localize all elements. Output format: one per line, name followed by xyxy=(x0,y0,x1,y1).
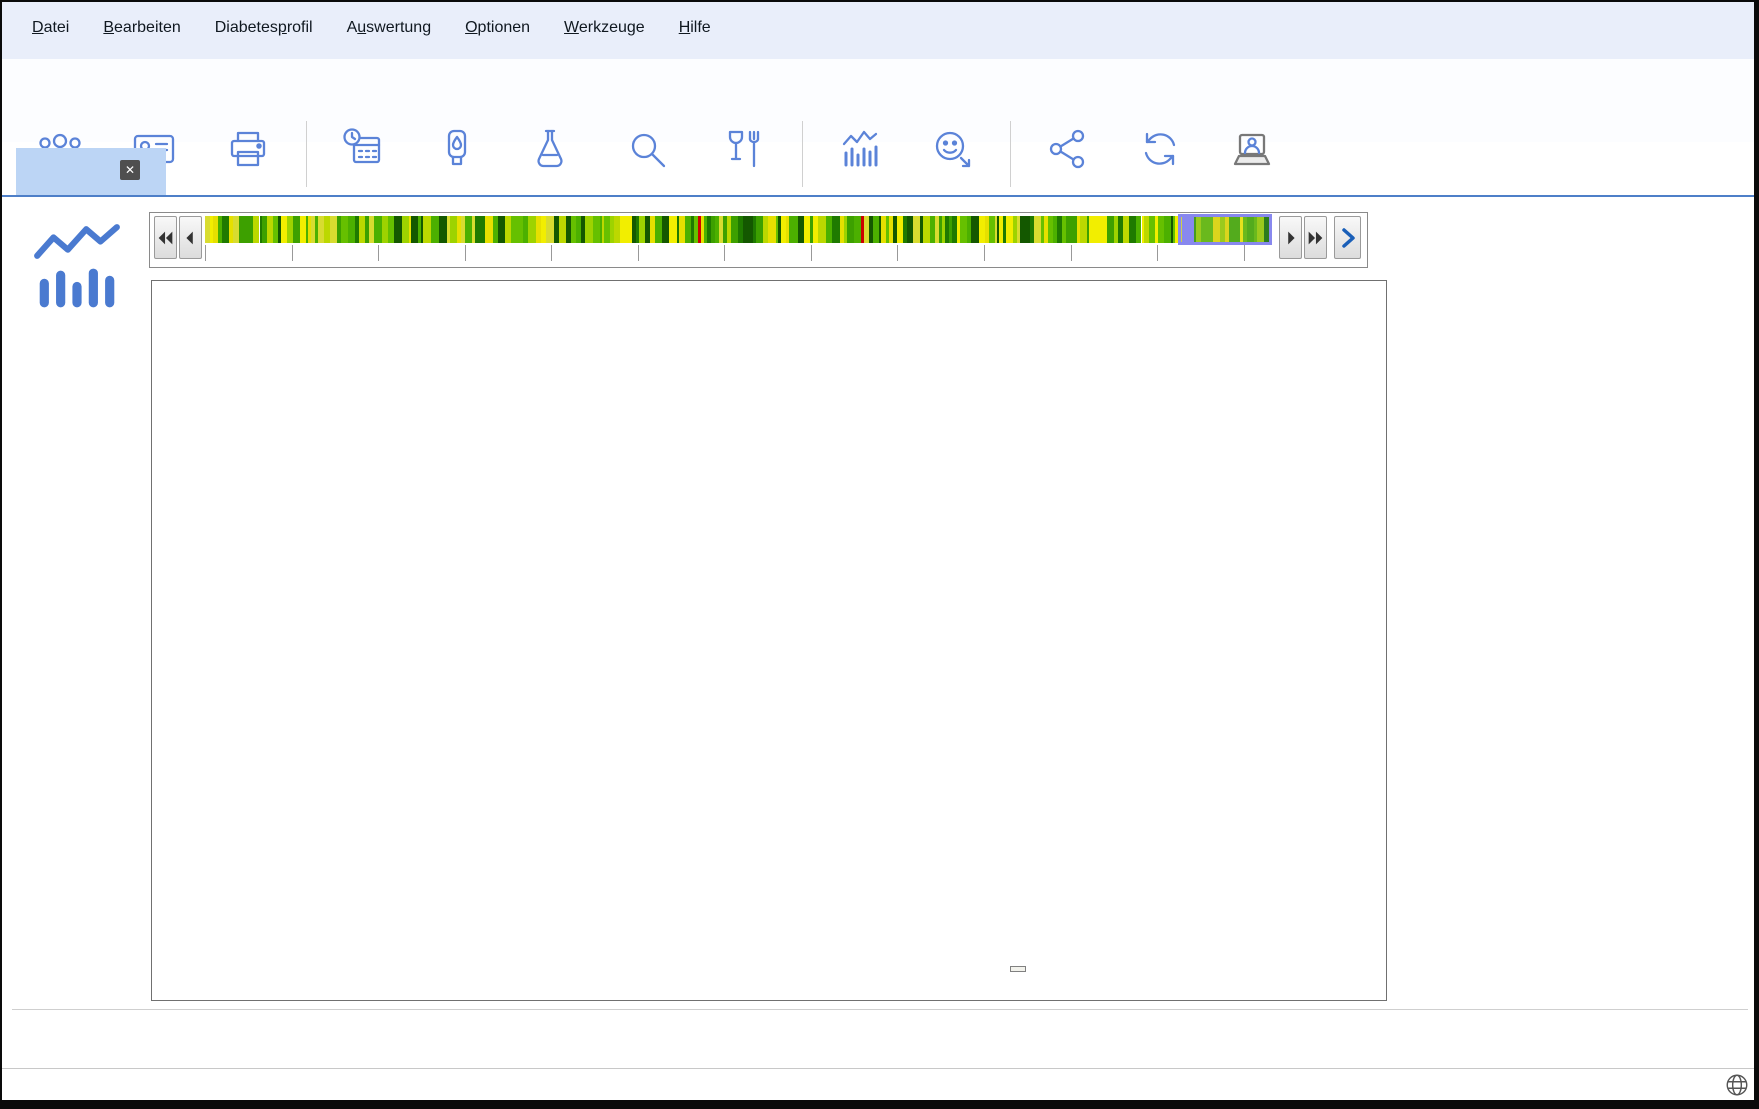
timeline-month-label xyxy=(551,245,556,261)
timeline-month-label xyxy=(292,245,297,261)
timeline-data-stripe[interactable] xyxy=(431,216,439,243)
timeline-selection-box[interactable] xyxy=(1178,214,1272,245)
timeline-data-stripe[interactable] xyxy=(756,216,764,243)
menu-item-diabetesprofil[interactable]: Diabetesprofil xyxy=(215,19,313,37)
timeline-next-icon[interactable] xyxy=(1279,216,1302,259)
timeline-month-label xyxy=(724,245,729,261)
button-row-separator xyxy=(12,1009,1748,1010)
toolbar xyxy=(2,59,1754,142)
status-bar-separator xyxy=(2,1068,1754,1069)
timeline-data-stripe[interactable] xyxy=(465,216,472,243)
timeline-data-stripe[interactable] xyxy=(971,216,979,243)
close-icon[interactable]: ✕ xyxy=(120,160,140,180)
timeline-last-icon[interactable] xyxy=(1304,216,1327,259)
application-window: Datei Bearbeiten Diabetesprofil Auswertung O… xyxy=(2,2,1754,1100)
timeline-data-stripe[interactable] xyxy=(388,216,395,243)
timeline-data-stripe[interactable] xyxy=(847,216,854,243)
timeline-data-stripe[interactable] xyxy=(348,216,355,243)
timeline-month-label xyxy=(205,245,210,261)
timeline-data-stripe[interactable] xyxy=(585,216,592,243)
timeline-month-label xyxy=(1071,245,1076,261)
nutrition-icon[interactable] xyxy=(718,125,766,173)
timeline-data-stripe[interactable] xyxy=(402,216,409,243)
timeline-data-stripe[interactable] xyxy=(1107,216,1114,243)
tab-underline xyxy=(2,195,1754,197)
statistics-view-icon xyxy=(30,222,124,308)
timeline-data-stripe[interactable] xyxy=(1020,216,1027,243)
menu-item-hilfe[interactable]: Hilfe xyxy=(679,19,711,37)
timeline-data-stripe[interactable] xyxy=(411,216,418,243)
timeline-month-label xyxy=(638,245,643,261)
timeline-data-stripe[interactable] xyxy=(854,216,861,243)
timeline-data-stripe[interactable] xyxy=(593,216,600,243)
timeline-month-label xyxy=(1157,245,1162,261)
timeline-data-stripe[interactable] xyxy=(546,216,554,243)
toolbar-separator xyxy=(306,121,307,187)
timeline-data-stripe[interactable] xyxy=(1123,216,1130,243)
timeline-data-stripe[interactable] xyxy=(923,216,931,243)
timeline-month-label xyxy=(897,245,902,261)
timeline-data-stripe[interactable] xyxy=(1034,216,1041,243)
timeline-data-stripe[interactable] xyxy=(330,216,337,243)
therapy-goals-link[interactable] xyxy=(1010,966,1026,972)
timeline-month-label xyxy=(811,245,816,261)
timeline-data-stripe[interactable] xyxy=(832,216,840,243)
export-smiley-icon[interactable] xyxy=(928,125,976,173)
timeline-data-stripe[interactable] xyxy=(239,216,246,243)
globe-icon xyxy=(1724,1072,1750,1098)
timeline-data-stripe[interactable] xyxy=(341,216,348,243)
timeline-data-stripe[interactable] xyxy=(450,216,457,243)
telemedicine-icon[interactable] xyxy=(1228,125,1276,173)
search-icon[interactable] xyxy=(623,125,671,173)
timeline-data-stripe[interactable] xyxy=(559,216,566,243)
menu-item-werkzeuge[interactable]: Werkzeuge xyxy=(564,19,645,37)
timeline-data-stripe[interactable] xyxy=(293,216,300,243)
timeline-prev-icon[interactable] xyxy=(179,216,202,259)
timeline-data-stripe[interactable] xyxy=(960,216,967,243)
appointments-icon[interactable] xyxy=(340,125,388,173)
menu-item-auswertung[interactable]: Auswertung xyxy=(347,19,432,37)
timeline-data-stripe[interactable] xyxy=(374,216,382,243)
tab-statistik[interactable]: ✕ xyxy=(16,148,166,195)
menu-bar: Datei Bearbeiten Diabetesprofil Auswertung O… xyxy=(2,2,1754,59)
timeline-data-stripe[interactable] xyxy=(498,216,505,243)
timeline-data-stripe[interactable] xyxy=(1096,216,1103,243)
timeline-data-stripe[interactable] xyxy=(818,216,826,243)
menu-item-bearbeiten[interactable]: Bearbeiten xyxy=(103,19,180,37)
timeline-data-stripe[interactable] xyxy=(1089,216,1096,243)
printer-icon[interactable] xyxy=(224,125,272,173)
timeline-data-stripe[interactable] xyxy=(1129,216,1136,243)
timeline-data-stripe[interactable] xyxy=(222,216,229,243)
toolbar-separator xyxy=(802,121,803,187)
glucose-meter-icon[interactable] xyxy=(433,125,481,173)
timeline-month-label xyxy=(1244,245,1249,261)
menu-item-datei[interactable]: Datei xyxy=(32,19,69,37)
chart-panel xyxy=(151,280,1387,1001)
share-icon[interactable] xyxy=(1043,125,1091,173)
sync-icon[interactable] xyxy=(1136,125,1184,173)
menu-items: Datei Bearbeiten Diabetesprofil Auswertung O… xyxy=(32,19,711,37)
timeline-data-stripe[interactable] xyxy=(439,216,447,243)
timeline-data-stripe[interactable] xyxy=(485,216,493,243)
menu-item-optionen[interactable]: Optionen xyxy=(465,19,530,37)
statistics-icon[interactable] xyxy=(836,125,884,173)
timeline-first-icon[interactable] xyxy=(154,216,177,259)
timeline-data-stripe[interactable] xyxy=(1006,216,1013,243)
timeline-month-label xyxy=(984,245,989,261)
timeline-month-label xyxy=(465,245,470,261)
timeline-data-stripe[interactable] xyxy=(731,216,738,243)
timeline-data-stripe[interactable] xyxy=(768,216,775,243)
timeline-jump-forward-icon[interactable] xyxy=(1334,216,1361,259)
timeline-data-stripe[interactable] xyxy=(662,216,669,243)
timeline-month-label xyxy=(378,245,383,261)
timeline-data-stripe[interactable] xyxy=(913,216,921,243)
timeline-data-stripe[interactable] xyxy=(394,216,401,243)
timeline-data-stripe[interactable] xyxy=(515,216,523,243)
lab-values-icon[interactable] xyxy=(526,125,574,173)
toolbar-separator xyxy=(1010,121,1011,187)
timeline-data-stripe[interactable] xyxy=(253,216,260,243)
timeline-data-stripe[interactable] xyxy=(669,216,677,243)
